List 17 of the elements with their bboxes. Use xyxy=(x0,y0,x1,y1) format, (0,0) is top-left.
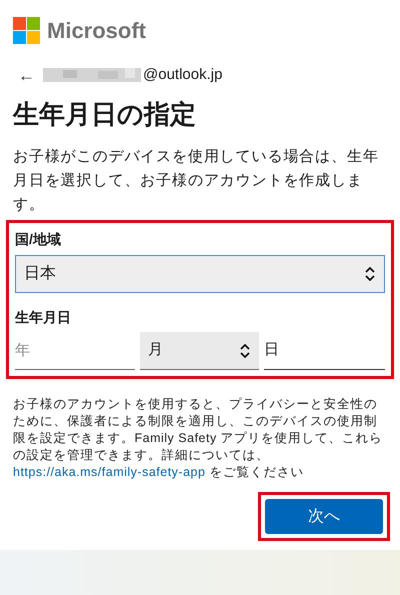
notice-text: お子様のアカウントを使用すると、プライバシーと安全性のために、保護者による制限を適用し、このデバイスの使用制限を設定できます。Family Safety アプリを使用して、これらの設定を管理できます。詳細については、 https://aka.ms/family-safety-app をご覧ください xyxy=(12,396,384,481)
next-button[interactable]: 次へ xyxy=(265,499,383,534)
page-title: 生年月日の指定 xyxy=(12,98,197,131)
brand-name: Microsoft xyxy=(47,17,146,45)
description-text: お子様がこのデバイスを使用している場合は、生年月日を選択して、お子様のアカウントを作成します。 xyxy=(12,147,380,215)
day-select[interactable]: 日 xyxy=(264,332,385,370)
account-email: @outlook.jp xyxy=(143,64,222,85)
chevron-up-down-icon xyxy=(364,266,376,282)
chevron-up-down-icon xyxy=(239,342,251,358)
four-squares-logo-icon xyxy=(13,17,40,44)
month-select[interactable]: 月 xyxy=(140,332,259,370)
year-field[interactable]: 年 xyxy=(15,332,135,370)
back-button[interactable]: ← xyxy=(18,66,35,84)
family-safety-link[interactable]: https://aka.ms/family-safety-app xyxy=(13,465,206,479)
field-label: 生年月日 xyxy=(15,308,72,327)
country-select[interactable]: 日本 xyxy=(15,255,385,293)
field-label: 国/地域 xyxy=(15,230,62,249)
